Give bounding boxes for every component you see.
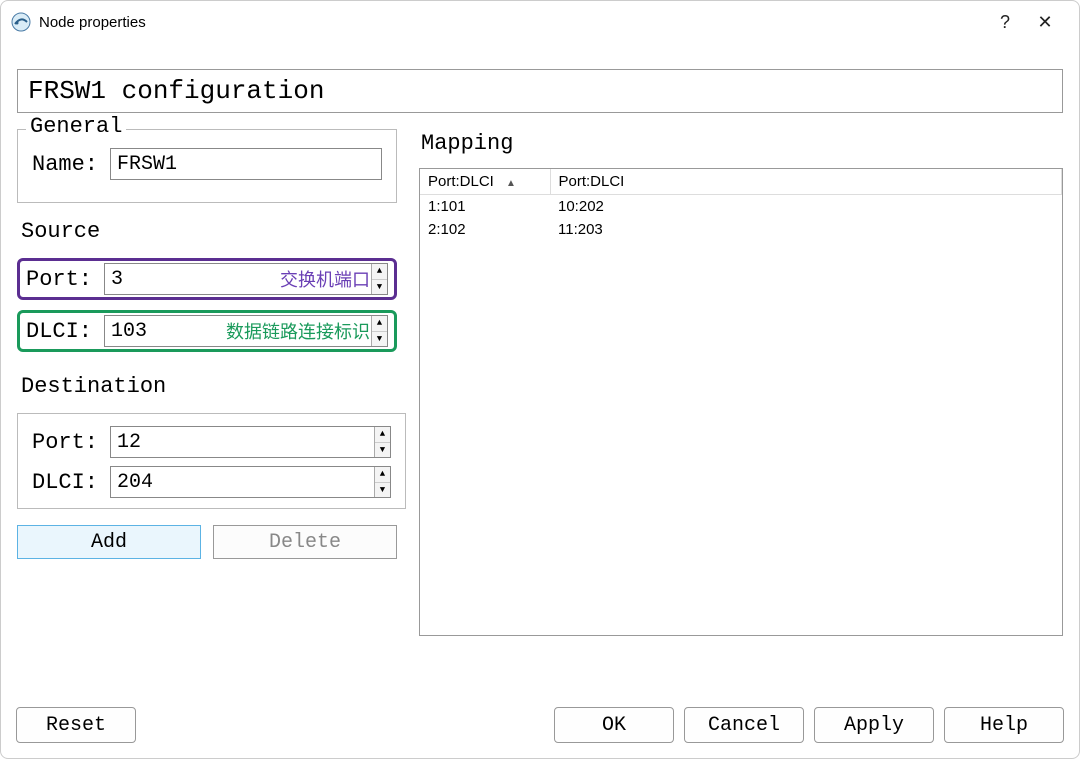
source-dlci-spin-down[interactable]: ▼ bbox=[372, 332, 387, 347]
mapping-cell-source: 1:101 bbox=[420, 195, 550, 219]
general-group: General Name: bbox=[17, 129, 397, 203]
reset-button[interactable]: Reset bbox=[16, 707, 136, 743]
name-label: Name: bbox=[32, 152, 110, 177]
table-row[interactable]: 2:10211:203 bbox=[420, 218, 1062, 241]
table-row[interactable]: 1:10110:202 bbox=[420, 195, 1062, 219]
dest-dlci-spin-up[interactable]: ▲ bbox=[375, 467, 390, 483]
source-dlci-input[interactable] bbox=[104, 315, 388, 347]
destination-legend: Destination bbox=[21, 374, 397, 399]
dest-port-label: Port: bbox=[32, 430, 110, 455]
mapping-col2-text: Port:DLCI bbox=[559, 173, 625, 190]
mapping-col1-text: Port:DLCI bbox=[428, 173, 494, 190]
source-dlci-spin-up[interactable]: ▲ bbox=[372, 316, 387, 332]
page-title: FRSW1 configuration bbox=[17, 69, 1063, 113]
dest-port-input[interactable] bbox=[110, 426, 391, 458]
app-icon bbox=[11, 12, 31, 32]
mapping-table[interactable]: Port:DLCI ▲ Port:DLCI 1:10110:2022:10211… bbox=[419, 168, 1063, 636]
cancel-button[interactable]: Cancel bbox=[684, 707, 804, 743]
apply-button[interactable]: Apply bbox=[814, 707, 934, 743]
help-button[interactable]: ? bbox=[985, 12, 1025, 33]
destination-group: Port: ▲ ▼ DLCI: ▲ ▼ bbox=[17, 413, 406, 509]
dest-dlci-input[interactable] bbox=[110, 466, 391, 498]
source-legend: Source bbox=[21, 219, 397, 244]
source-port-label: Port: bbox=[26, 267, 104, 292]
title-bar: Node properties ? ✕ bbox=[1, 1, 1079, 41]
add-button[interactable]: Add bbox=[17, 525, 201, 559]
dest-dlci-spin-down[interactable]: ▼ bbox=[375, 483, 390, 498]
mapping-col1-header[interactable]: Port:DLCI ▲ bbox=[420, 169, 550, 195]
mapping-cell-dest: 10:202 bbox=[550, 195, 1062, 219]
window-title: Node properties bbox=[39, 14, 985, 31]
sort-asc-icon: ▲ bbox=[506, 178, 516, 189]
source-port-spin-down[interactable]: ▼ bbox=[372, 280, 387, 295]
mapping-cell-dest: 11:203 bbox=[550, 218, 1062, 241]
name-input[interactable] bbox=[110, 148, 382, 180]
mapping-col2-header[interactable]: Port:DLCI bbox=[550, 169, 1062, 195]
page-title-text: FRSW1 configuration bbox=[28, 76, 324, 106]
dest-dlci-label: DLCI: bbox=[32, 470, 110, 495]
dest-port-spin-up[interactable]: ▲ bbox=[375, 427, 390, 443]
mapping-cell-source: 2:102 bbox=[420, 218, 550, 241]
close-button[interactable]: ✕ bbox=[1025, 12, 1065, 33]
mapping-legend: Mapping bbox=[421, 131, 1063, 156]
source-port-input[interactable] bbox=[104, 263, 388, 295]
dest-port-spin-down[interactable]: ▼ bbox=[375, 443, 390, 458]
ok-button[interactable]: OK bbox=[554, 707, 674, 743]
source-port-spin-up[interactable]: ▲ bbox=[372, 264, 387, 280]
delete-button[interactable]: Delete bbox=[213, 525, 397, 559]
help-button-footer[interactable]: Help bbox=[944, 707, 1064, 743]
source-dlci-label: DLCI: bbox=[26, 319, 104, 344]
general-legend: General bbox=[26, 114, 126, 139]
